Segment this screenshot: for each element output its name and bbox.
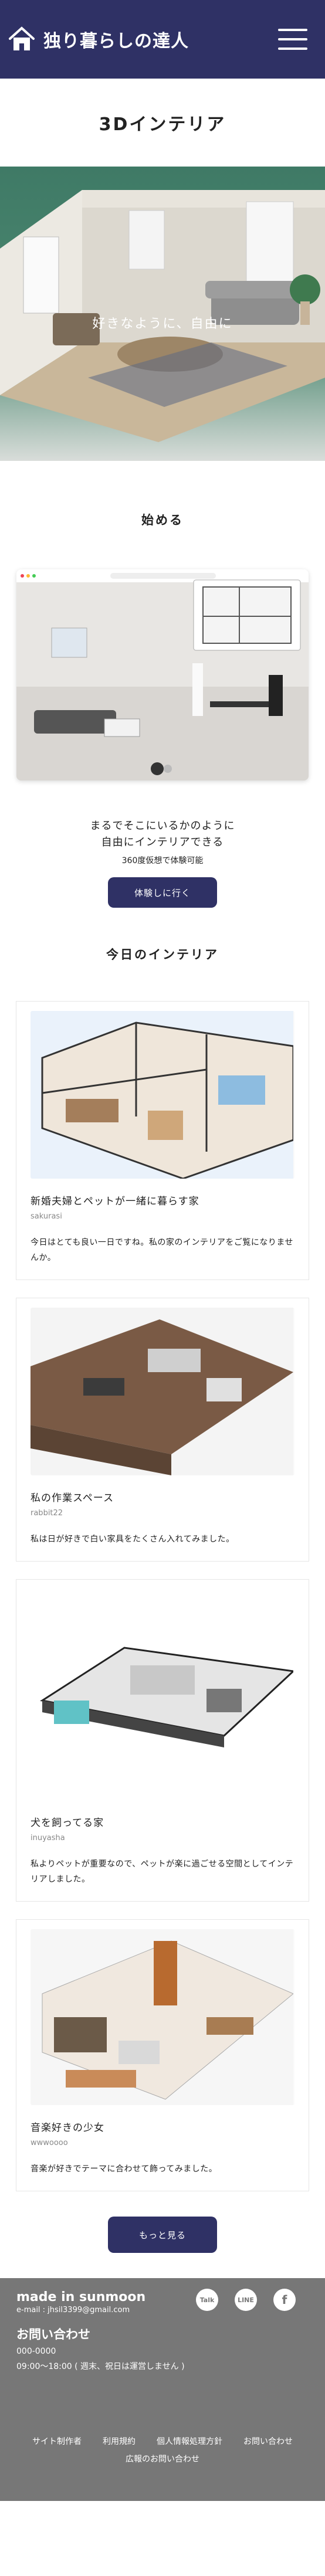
- site-footer: made in sunmoon e-mail : jhsil3399@gmail…: [0, 2278, 325, 2501]
- interior-card-1[interactable]: 新婚夫婦とペットが一緒に暮らす家 sakurasi 今日はとても良い一日ですね。…: [16, 1001, 309, 1280]
- hero-caption: 好きなように、自由に: [92, 317, 233, 331]
- card-author: sakurasi: [31, 1212, 62, 1221]
- brand[interactable]: 独り暮らしの達人: [8, 26, 189, 53]
- start-sub: 360度仮想で体験可能: [121, 856, 204, 866]
- site-header: 独り暮らしの達人: [0, 0, 325, 79]
- footer-link-terms[interactable]: 利用規約: [103, 2435, 136, 2447]
- facebook-icon[interactable]: f: [273, 2289, 296, 2311]
- hero-image: 好きなように、自由に: [0, 167, 325, 461]
- card-image-2: [31, 1308, 294, 1475]
- footer-contact-title: お問い合わせ: [16, 2327, 90, 2341]
- page-title: 3Dインテリア: [99, 114, 226, 135]
- footer-contact-hours: 09:00～18:00 ( 週末、祝日は運営しません ): [16, 2362, 185, 2371]
- card-title: 音楽好きの少女: [31, 2122, 104, 2134]
- card-image-1: [31, 1011, 294, 1179]
- home-icon: [9, 26, 35, 50]
- card-author: rabbit22: [31, 1509, 63, 1518]
- footer-link-privacy[interactable]: 個人情報処理方針: [157, 2435, 222, 2447]
- line-icon[interactable]: LINE: [235, 2289, 257, 2311]
- start-lead-line1: まるでそこにいるかのように: [90, 820, 235, 832]
- card-title: 私の作業スペース: [31, 1492, 114, 1504]
- card-image-4: [31, 1929, 294, 2105]
- footer-links: サイト制作者 利用規約 個人情報処理方針 お問い合わせ: [0, 2435, 325, 2447]
- hamburger-menu-icon[interactable]: [278, 29, 307, 50]
- card-description: 私よりペットが重要なので、ペットが楽に過ごせる空間としてインテリアしました。: [31, 1859, 294, 1884]
- card-image-3: [31, 1589, 294, 1800]
- start-title: 始める: [141, 513, 184, 527]
- footer-link-contact[interactable]: お問い合わせ: [243, 2435, 293, 2447]
- virtual-tour-preview[interactable]: [16, 569, 309, 780]
- try-button[interactable]: 体験しに行く: [108, 877, 217, 908]
- interior-card-3[interactable]: 犬を飼ってる家 inuyasha 私よりペットが重要なので、ペットが楽に過ごせる…: [16, 1579, 309, 1902]
- card-description: 今日はとても良い一日ですね。私の家のインテリアをご覧になりませんか。: [31, 1238, 293, 1262]
- card-title: 新婚夫婦とペットが一緒に暮らす家: [31, 1196, 199, 1207]
- footer-link-author[interactable]: サイト制作者: [32, 2435, 82, 2447]
- today-title: 今日のインテリア: [106, 948, 219, 962]
- footer-link-pr[interactable]: 広報のお問い合わせ: [0, 2453, 325, 2465]
- interior-card-4[interactable]: 音楽好きの少女 wwwoooo 音楽が好きでテーマに合わせて飾ってみました。: [16, 1919, 309, 2191]
- more-button[interactable]: もっと見る: [108, 2217, 217, 2253]
- start-lead-line2: 自由にインテリアできる: [101, 836, 224, 849]
- card-author: inuyasha: [31, 1834, 65, 1842]
- card-author: wwwoooo: [31, 2139, 68, 2147]
- footer-contact-tel: 000-0000: [16, 2347, 56, 2356]
- social-links: Talk LINE f: [196, 2289, 296, 2311]
- card-description: 音楽が好きでテーマに合わせて飾ってみました。: [31, 2164, 218, 2174]
- card-description: 私は日が好きで白い家具をたくさん入れてみました。: [31, 1535, 235, 1544]
- kakaotalk-icon[interactable]: Talk: [196, 2289, 218, 2311]
- card-title: 犬を飼ってる家: [31, 1817, 104, 1829]
- site-title: 独り暮らしの達人: [43, 31, 189, 52]
- interior-card-2[interactable]: 私の作業スペース rabbit22 私は日が好きで白い家具をたくさん入れてみまし…: [16, 1298, 309, 1562]
